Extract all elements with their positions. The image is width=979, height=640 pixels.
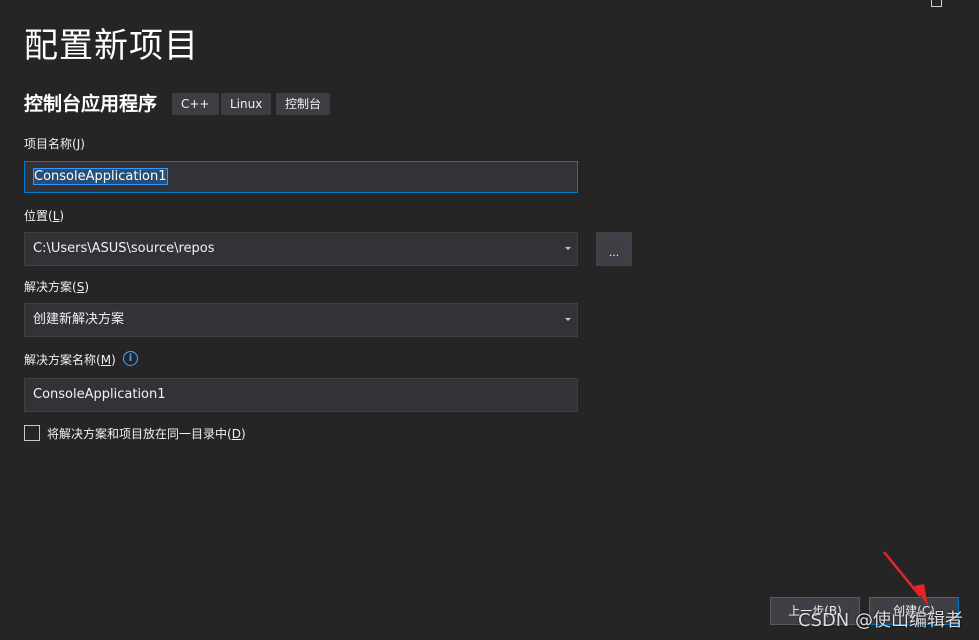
project-name-value: ConsoleApplication1 xyxy=(33,168,168,185)
tag-cpp: C++ xyxy=(172,93,219,115)
tag-linux: Linux xyxy=(221,93,272,115)
template-name: 控制台应用程序 xyxy=(24,93,158,115)
page-title: 配置新项目 xyxy=(24,26,199,66)
solution-name-label: 解决方案名称(M) xyxy=(24,353,116,367)
browse-button[interactable]: ... xyxy=(596,232,632,266)
same-directory-checkbox[interactable] xyxy=(24,425,40,441)
solution-label: 解决方案(S) xyxy=(24,280,90,294)
location-label: 位置(L) xyxy=(24,209,65,223)
project-name-input[interactable]: ConsoleApplication1 xyxy=(24,161,578,193)
solution-combobox[interactable]: 创建新解决方案 xyxy=(24,303,578,337)
solution-name-input[interactable]: ConsoleApplication1 xyxy=(24,378,578,412)
configure-new-project-dialog: 配置新项目 控制台应用程序 C++ Linux 控制台 项目名称(J) Cons… xyxy=(0,0,979,640)
same-directory-label[interactable]: 将解决方案和项目放在同一目录中(D) xyxy=(47,426,246,442)
chevron-down-icon[interactable] xyxy=(565,247,571,250)
project-name-label: 项目名称(J) xyxy=(24,137,85,151)
solution-value: 创建新解决方案 xyxy=(33,312,125,327)
annotation-arrow-icon xyxy=(883,551,928,606)
chevron-down-icon[interactable] xyxy=(565,318,571,321)
window-restore-icon[interactable] xyxy=(931,0,942,7)
info-icon[interactable]: i xyxy=(123,351,138,366)
watermark: CSDN @使山编辑者 xyxy=(797,610,963,631)
location-combobox[interactable]: C:\Users\ASUS\source\repos xyxy=(24,232,578,266)
solution-name-value: ConsoleApplication1 xyxy=(33,387,166,402)
location-value: C:\Users\ASUS\source\repos xyxy=(33,241,215,256)
tag-console: 控制台 xyxy=(276,93,331,115)
